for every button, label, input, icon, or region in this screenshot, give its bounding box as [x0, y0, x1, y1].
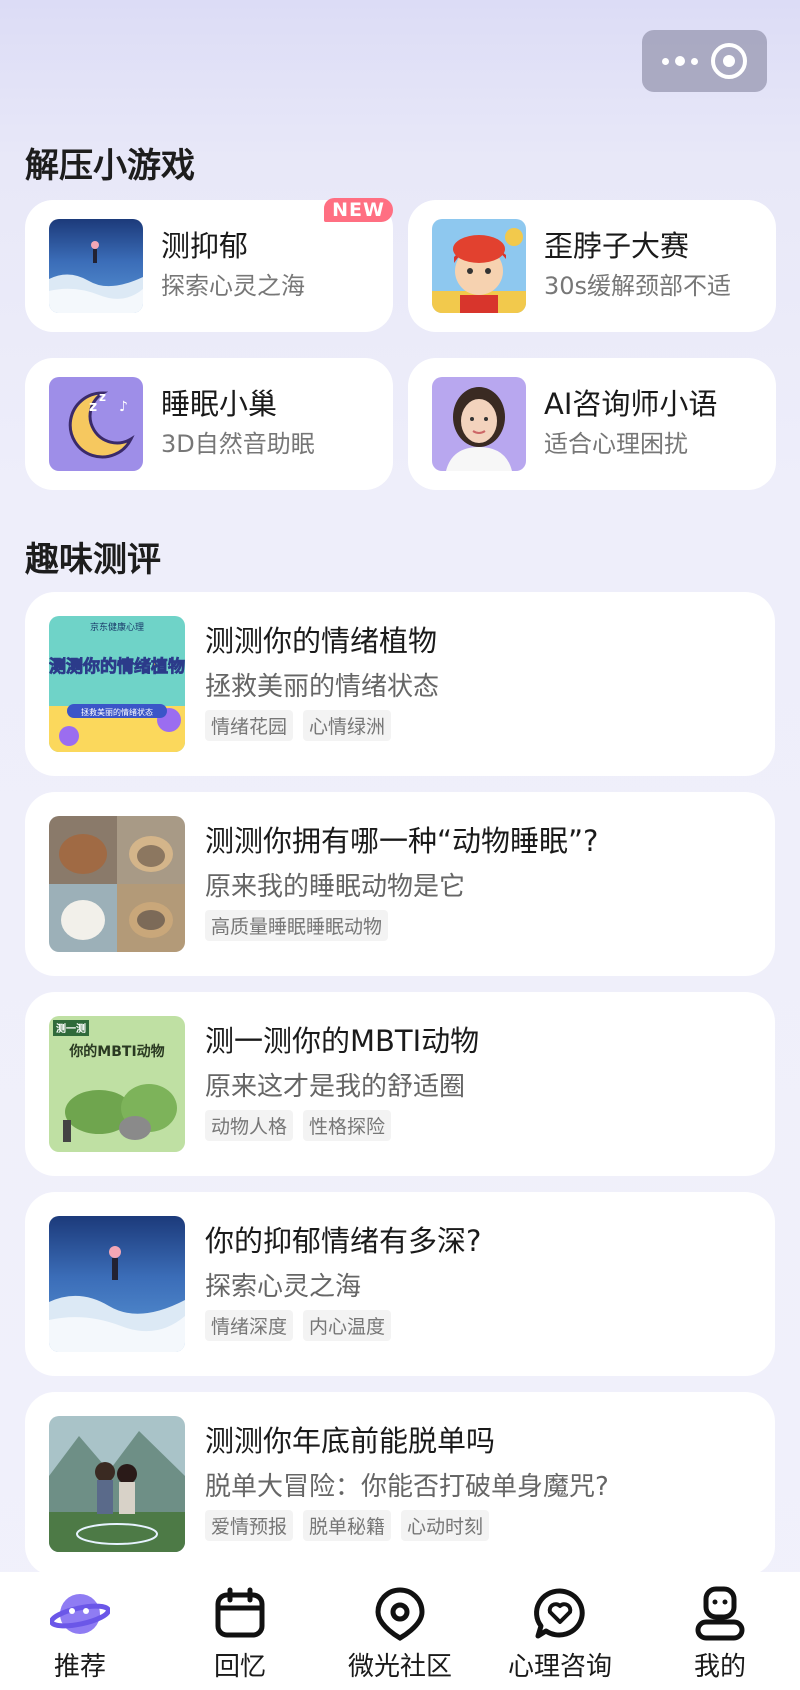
quiz-tag: 情绪花园: [205, 710, 294, 741]
tab-memories[interactable]: 回忆: [165, 1586, 315, 1683]
thumb-main-text: 测测你的情绪植物: [49, 656, 185, 677]
svg-text:z: z: [89, 399, 97, 415]
quiz-card-depression-depth[interactable]: 你的抑郁情绪有多深? 探索心灵之海 情绪深度 内心温度: [25, 1192, 775, 1376]
new-badge: NEW: [324, 198, 393, 222]
quiz-tag: 脱单秘籍: [303, 1510, 392, 1541]
quiz-tag: 性格探险: [303, 1110, 392, 1141]
game-subtitle: 探索心灵之海: [161, 272, 305, 300]
thumb-top-text: 京东健康心理: [90, 621, 144, 633]
quiz-tag: 爱情预报: [205, 1510, 294, 1541]
boy-avatar-thumbnail: [432, 219, 526, 313]
game-subtitle: 适合心理困扰: [544, 430, 688, 458]
quiz-subtitle: 脱单大冒险：你能否打破单身魔咒?: [205, 1472, 609, 1502]
quiz-card-animal-sleep[interactable]: 测测你拥有哪一种“动物睡眠”? 原来我的睡眠动物是它 高质量睡眠睡眠动物: [25, 792, 775, 976]
quiz-title: 测测你的情绪植物: [205, 624, 438, 658]
quiz-tag: 情绪深度: [205, 1310, 294, 1341]
tab-profile[interactable]: 我的: [645, 1586, 795, 1683]
close-target-icon[interactable]: [710, 43, 747, 79]
location-pin-icon: [370, 1586, 430, 1642]
thumb-main-text: 你的MBTI动物: [68, 1043, 164, 1060]
quiz-subtitle: 拯救美丽的情绪状态: [205, 672, 440, 702]
quiz-tag: 高质量睡眠睡眠动物: [205, 910, 389, 941]
game-subtitle: 3D自然音助眠: [161, 430, 315, 458]
quiz-subtitle: 探索心灵之海: [205, 1272, 362, 1302]
bottom-tab-bar: 推荐 回忆 微光社区 心理咨询 我的: [0, 1572, 800, 1690]
quiz-card-romance[interactable]: 测测你年底前能脱单吗 脱单大冒险：你能否打破单身魔咒? 爱情预报 脱单秘籍 心动…: [25, 1392, 775, 1576]
thumb-foot-text: 拯救美丽的情绪状态: [81, 707, 153, 717]
emotion-plant-thumbnail: 京东健康心理 测测你的情绪植物 拯救美丽的情绪状态: [49, 616, 185, 752]
tab-recommend[interactable]: 推荐: [5, 1586, 155, 1683]
svg-text:♪: ♪: [119, 399, 128, 415]
game-card-depression[interactable]: 测抑郁 探索心灵之海 NEW: [25, 198, 393, 332]
moon-thumbnail: z z ♪: [49, 377, 143, 471]
tab-label: 微光社区: [347, 1652, 452, 1682]
quiz-tag: 内心温度: [303, 1310, 392, 1341]
game-title: 测抑郁: [161, 229, 249, 263]
heart-chat-icon: [530, 1586, 590, 1642]
quiz-tag: 动物人格: [205, 1110, 294, 1141]
tab-community[interactable]: 微光社区: [325, 1586, 475, 1683]
quiz-subtitle: 原来我的睡眠动物是它: [205, 872, 466, 902]
tab-counseling[interactable]: 心理咨询: [485, 1586, 635, 1683]
sea-thumbnail: [49, 219, 143, 313]
planet-icon: [50, 1586, 110, 1642]
game-subtitle: 30s缓解颈部不适: [544, 272, 732, 300]
mbti-animal-thumbnail: 测一测 你的MBTI动物: [49, 1016, 185, 1152]
calendar-icon: [210, 1586, 270, 1642]
more-menu-icon[interactable]: [662, 56, 699, 66]
quiz-title: 测测你拥有哪一种“动物睡眠”?: [205, 824, 599, 858]
quiz-title: 测测你年底前能脱单吗: [205, 1424, 496, 1458]
quiz-tag: 心动时刻: [401, 1510, 490, 1541]
game-card-neck[interactable]: 歪脖子大赛 30s缓解颈部不适: [408, 200, 776, 332]
tab-label: 心理咨询: [507, 1652, 612, 1682]
quiz-card-emotion-plant[interactable]: 京东健康心理 测测你的情绪植物 拯救美丽的情绪状态 测测你的情绪植物 拯救美丽的…: [25, 592, 775, 776]
game-title: 歪脖子大赛: [544, 229, 690, 263]
game-title: AI咨询师小语: [544, 387, 718, 421]
thumb-top-text: 测一测: [56, 1022, 86, 1035]
sea-thumbnail: [49, 1216, 185, 1352]
quiz-subtitle: 原来这才是我的舒适圈: [205, 1072, 466, 1102]
quiz-title: 你的抑郁情绪有多深?: [205, 1224, 482, 1258]
games-section-title: 解压小游戏: [25, 146, 195, 186]
quiz-tag: 心情绿洲: [303, 710, 392, 741]
tab-label: 回忆: [213, 1652, 266, 1682]
quiz-title: 测一测你的MBTI动物: [205, 1024, 480, 1058]
counselor-avatar-thumbnail: [432, 377, 526, 471]
tab-label: 推荐: [53, 1652, 106, 1682]
animal-sleep-thumbnail: [49, 816, 185, 952]
quiz-card-mbti-animal[interactable]: 测一测 你的MBTI动物 测一测你的MBTI动物 原来这才是我的舒适圈 动物人格…: [25, 992, 775, 1176]
miniprogram-capsule: [642, 30, 767, 92]
quiz-section-title: 趣味测评: [25, 540, 161, 580]
game-card-sleep[interactable]: z z ♪ 睡眠小巢 3D自然音助眠: [25, 358, 393, 490]
profile-icon: [690, 1586, 750, 1642]
svg-text:z: z: [99, 390, 106, 404]
tab-label: 我的: [693, 1652, 746, 1682]
game-card-ai-counselor[interactable]: AI咨询师小语 适合心理困扰: [408, 358, 776, 490]
couple-thumbnail: [49, 1416, 185, 1552]
game-title: 睡眠小巢: [161, 387, 278, 421]
